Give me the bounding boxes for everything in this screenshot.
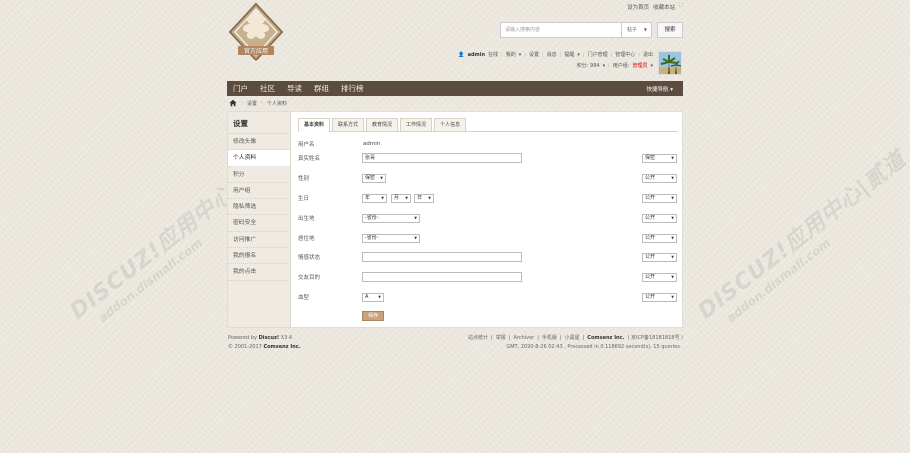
footer-report-link[interactable]: 举报 (496, 334, 506, 343)
search-input[interactable]: 请输入搜索内容 (500, 22, 622, 38)
sidebar-title: 设置 (228, 112, 290, 134)
top-links: 设为首页 收藏本站 ⛶ (627, 3, 683, 11)
sidebar-item-privacy[interactable]: 隐私筛选 (228, 199, 290, 216)
breadcrumb-profile: 个人资料 (267, 100, 288, 107)
footer-gmt: GMT, 2020-8-26 02:43 , Processed in 0.11… (506, 344, 683, 350)
site-logo[interactable]: 官方应用 APP (228, 2, 284, 74)
logo-subtext: APP (253, 59, 259, 63)
breadcrumb: › 设置 › 个人资料 (229, 99, 287, 107)
breadcrumb-settings[interactable]: 设置 (247, 100, 257, 107)
realname-privacy-select[interactable]: 保密 (642, 153, 677, 163)
sidebar-item-credits[interactable]: 积分 (228, 167, 290, 183)
footer-stats-link[interactable]: 站点统计 (468, 334, 488, 343)
purpose-privacy-select[interactable]: 公开 (642, 272, 677, 282)
profile-tabs: 基本资料 联系方式 教育情况 工作情况 个人信息 (298, 118, 678, 132)
quick-nav-button[interactable]: 快捷导航 ▾ (646, 85, 673, 93)
nav-portal[interactable]: 门户 (233, 83, 248, 94)
tab-contact[interactable]: 联系方式 (332, 118, 365, 131)
birth-day-select[interactable]: 日 (414, 193, 434, 203)
watermark-right: DISCUZ!应用中心|贰道 addon.dismall.com (693, 146, 910, 326)
sidebar-item-promotion[interactable]: 访问推广 (228, 232, 290, 249)
usergroup-label: 用户组: (612, 63, 630, 69)
admin-center-link[interactable]: 管理中心 (615, 51, 635, 58)
username-link[interactable]: admin (468, 52, 485, 58)
sidebar-item-clicks[interactable]: 我的点击 (228, 264, 290, 281)
marital-input[interactable] (362, 252, 522, 262)
footer-blackroom-link[interactable]: 小黑屋 (565, 334, 580, 343)
residence-privacy-select[interactable]: 公开 (642, 233, 677, 243)
blood-privacy-select[interactable]: 公开 (642, 292, 677, 302)
row-username: 用户名 admin (298, 141, 381, 148)
user-icon: 👤 (458, 51, 465, 58)
online-status[interactable]: 在线 (488, 51, 498, 58)
home-icon[interactable] (229, 99, 237, 107)
footer-icp[interactable]: ( 京ICP备18181818号 ) (627, 334, 683, 343)
settings-sidebar: 设置 修改头像 个人资料 积分 用户组 隐私筛选 密码安全 访问推广 我的报名 … (228, 112, 291, 327)
sidebar-item-password[interactable]: 密码安全 (228, 215, 290, 232)
row-blood: 血型 A 公开 (298, 291, 678, 303)
points-link[interactable]: 积分: 994 (577, 62, 600, 69)
birthplace-select[interactable]: -省份- (362, 213, 420, 223)
expand-icon[interactable]: ⛶ (679, 3, 683, 11)
nav-groups[interactable]: 群组 (314, 83, 329, 94)
blood-type-select[interactable]: A (362, 292, 384, 302)
usergroup-link[interactable]: 管理员 (632, 62, 647, 69)
search-button[interactable]: 搜索 (657, 22, 683, 38)
sidebar-item-usergroup[interactable]: 用户组 (228, 183, 290, 200)
tab-basic[interactable]: 基本资料 (298, 118, 331, 132)
tab-personal[interactable]: 个人信息 (434, 118, 467, 131)
residence-select[interactable]: -省份- (362, 233, 420, 243)
realname-input[interactable]: 张哥 (362, 153, 522, 163)
messages-link[interactable]: 消息 (547, 51, 557, 58)
birth-year-select[interactable]: 年 (362, 193, 387, 203)
sidebar-item-registrations[interactable]: 我的报名 (228, 248, 290, 265)
bookmark-link[interactable]: 收藏本站 (653, 3, 675, 11)
profile-main: 基本资料 联系方式 教育情况 工作情况 个人信息 用户名 admin 真实姓名 … (298, 118, 678, 321)
footer-company[interactable]: Comsenz Inc. (587, 334, 624, 343)
sidebar-item-profile[interactable]: 个人资料 (228, 150, 290, 167)
nav-community[interactable]: 社区 (260, 83, 275, 94)
tab-education[interactable]: 教育情况 (366, 118, 399, 131)
comsenz-link[interactable]: Comsenz Inc. (263, 344, 300, 350)
logout-link[interactable]: 退出 (643, 51, 653, 58)
birthday-privacy-select[interactable]: 公开 (642, 193, 677, 203)
footer-right: 站点统计 | 举报 | Archiver | 手机版 | 小黑屋 | Comsenz In… (468, 334, 683, 350)
row-birthplace: 出生地 -省份- 公开 (298, 212, 678, 224)
set-homepage-link[interactable]: 设为首页 (627, 3, 649, 11)
nav-ranking[interactable]: 排行榜 (341, 83, 364, 94)
purpose-input[interactable] (362, 272, 522, 282)
row-realname: 真实姓名 张哥 保密 (298, 152, 678, 164)
birth-month-select[interactable]: 月 (391, 193, 411, 203)
nav-guide[interactable]: 导读 (287, 83, 302, 94)
settings-panel: 设置 修改头像 个人资料 积分 用户组 隐私筛选 密码安全 访问推广 我的报名 … (227, 111, 683, 328)
search-bar: 请输入搜索内容 帖子 搜索 (500, 22, 684, 38)
settings-link[interactable]: 设置 (529, 51, 539, 58)
row-birthday: 生日 年 月 日 公开 (298, 192, 678, 204)
gender-privacy-select[interactable]: 公开 (642, 173, 677, 183)
row-submit: 保存 (298, 310, 678, 322)
tab-work[interactable]: 工作情况 (400, 118, 433, 131)
discuz-link[interactable]: Discuz! (259, 335, 280, 341)
gender-select[interactable]: 保密 (362, 173, 386, 183)
avatar[interactable] (658, 51, 682, 75)
search-type-select[interactable]: 帖子 (622, 22, 652, 38)
marital-privacy-select[interactable]: 公开 (642, 252, 677, 262)
birthplace-privacy-select[interactable]: 公开 (642, 213, 677, 223)
footer-mobile-link[interactable]: 手机版 (542, 334, 557, 343)
my-link[interactable]: 我的 (506, 51, 516, 58)
footer-archiver-link[interactable]: Archiver (513, 334, 534, 343)
main-nav: 门户 社区 导读 群组 排行榜 快捷导航 ▾ (227, 81, 683, 96)
username-value: admin (363, 141, 381, 147)
logo-text: 官方应用 (244, 47, 268, 55)
footer-left: Powered by Discuz! X3.4 © 2001-2017 Coms… (228, 335, 301, 350)
notices-link[interactable]: 提醒 (564, 51, 574, 58)
sidebar-item-avatar[interactable]: 修改头像 (228, 134, 290, 151)
row-gender: 性别 保密 公开 (298, 172, 678, 184)
save-button[interactable]: 保存 (362, 311, 384, 321)
portal-admin-link[interactable]: 门户管理 (588, 51, 608, 58)
row-purpose: 交友目的 公开 (298, 271, 678, 283)
row-marital: 情感状态 公开 (298, 251, 678, 263)
user-bar: 👤 admin 在线 | 我的 ▾ | 设置 | 消息 | 提醒 ▾ | 门户管理 … (458, 51, 653, 70)
row-residence: 居住地 -省份- 公开 (298, 232, 678, 244)
